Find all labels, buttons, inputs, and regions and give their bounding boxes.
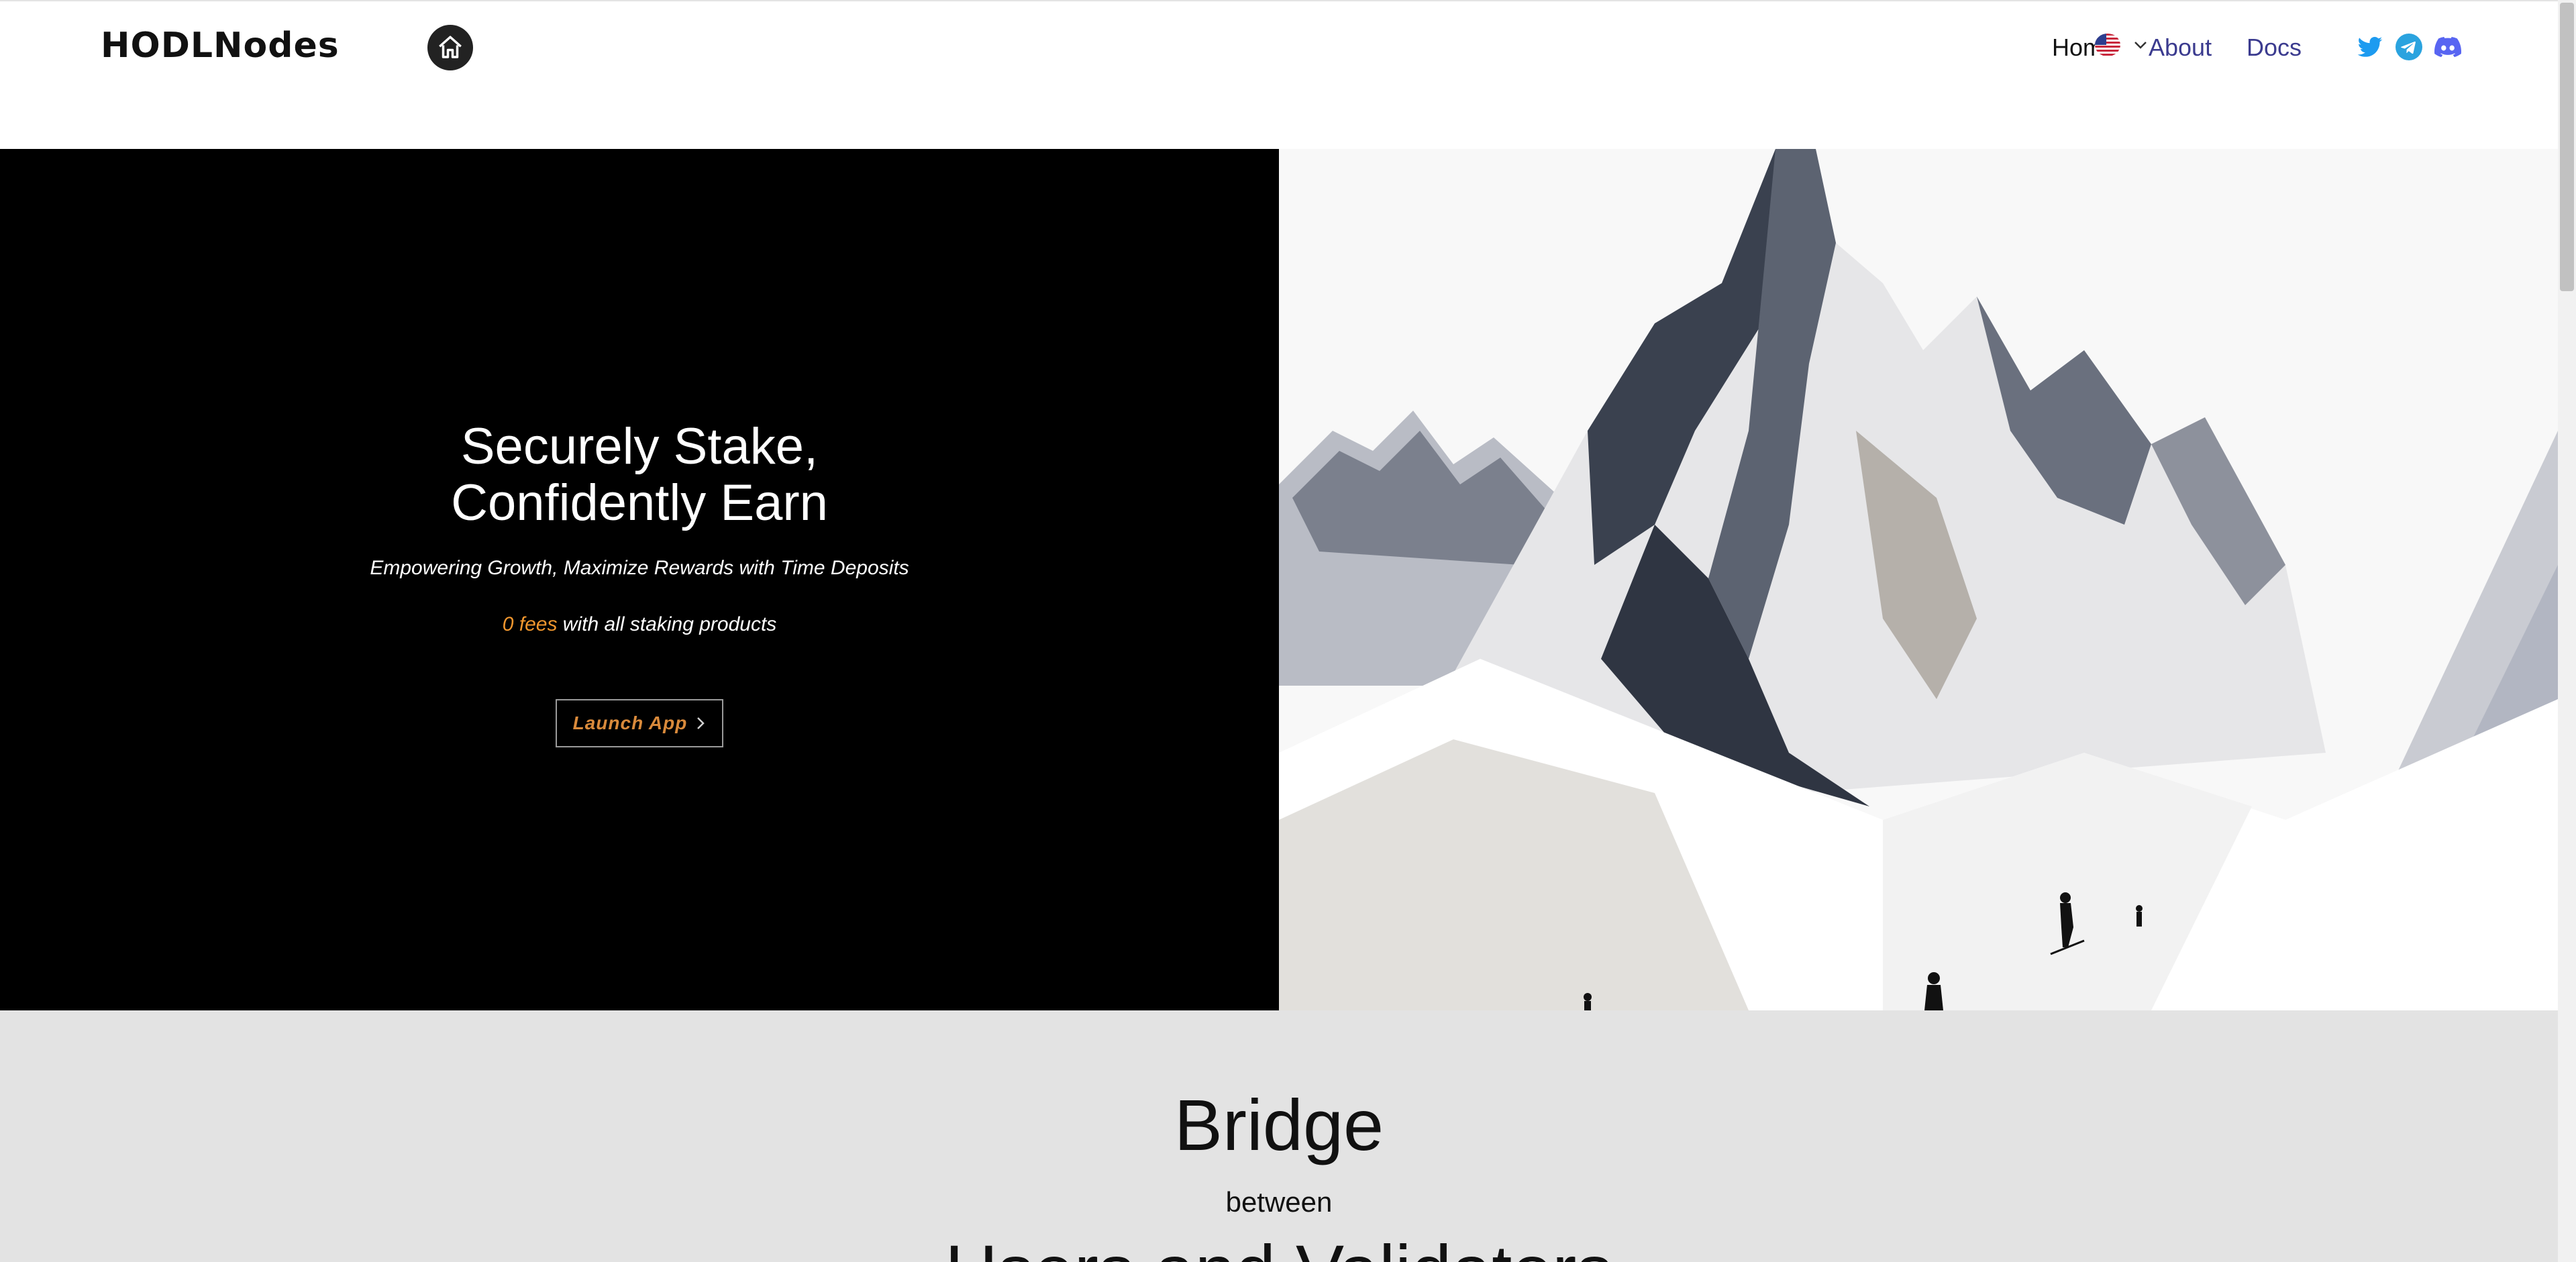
hero-panel: Securely Stake, Confidently Earn Empower… [0,149,1279,1010]
site-logo[interactable]: HODLNodes [101,25,340,66]
hero-title-line1: Securely Stake, [460,418,819,475]
hero-fees-text: 0 fees with all staking products [0,613,1279,636]
chevron-down-icon[interactable] [2132,39,2149,51]
fees-rest: with all staking products [557,613,777,635]
hero-mountain-image [1279,149,2558,1010]
nav-about-link[interactable]: About [2149,34,2212,62]
hero-subtitle: Empowering Growth, Maximize Rewards with… [370,557,909,579]
mountain-illustration [1279,149,2558,1010]
launch-app-label: Launch App [572,713,688,733]
bridge-subtitle: Users and Validators [0,1228,2558,1262]
home-button[interactable] [427,25,473,70]
nav-docs-link[interactable]: Docs [2247,34,2302,62]
bridge-section: Bridge between Users and Validators [0,1010,2558,1262]
nav-home-link[interactable]: Home [2052,34,2095,62]
home-icon [439,36,462,58]
twitter-icon[interactable] [2357,34,2383,60]
hero-title: Securely Stake, Confidently Earn [0,419,1279,531]
telegram-icon[interactable] [2395,34,2422,60]
chevron-right-icon [697,717,705,729]
us-flag-icon[interactable] [2095,34,2120,56]
bridge-title: Bridge [1174,1084,1384,1165]
scrollbar-thumb[interactable] [2560,3,2574,291]
site-header: HODLNodes Home About Docs [0,0,2558,149]
bridge-between-text: between [1225,1186,1333,1218]
fees-highlight: 0 fees [502,613,558,635]
launch-app-button[interactable]: Launch App [556,699,723,747]
hero-title-line2: Confidently Earn [451,474,828,531]
discord-icon[interactable] [2434,34,2461,60]
page: HODLNodes Home About Docs [0,0,2576,1262]
